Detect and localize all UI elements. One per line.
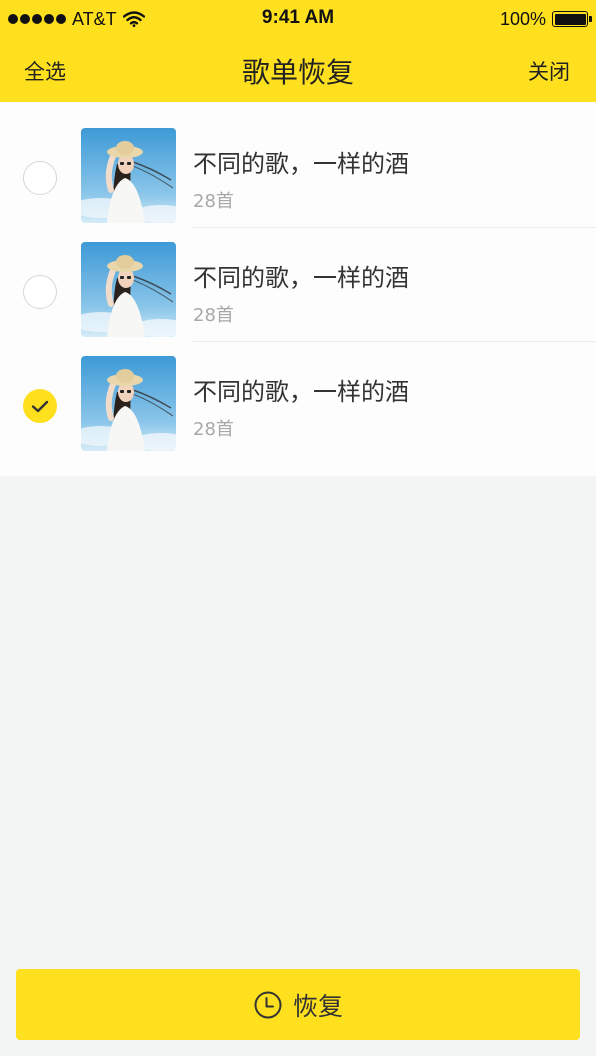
wifi-icon — [122, 11, 145, 27]
close-button[interactable]: 关闭 — [528, 56, 570, 86]
restore-label: 恢复 — [292, 991, 343, 1021]
check-icon — [31, 400, 49, 413]
select-all-button[interactable]: 全选 — [24, 56, 66, 86]
playlist-title: 不同的歌，一样的酒 — [193, 150, 409, 178]
select-radio[interactable] — [23, 389, 57, 423]
battery-icon — [552, 11, 592, 27]
playlist-cover-image — [81, 128, 176, 223]
playlist-title: 不同的歌，一样的酒 — [193, 378, 409, 406]
clock-icon — [254, 991, 282, 1018]
restore-button[interactable]: 恢复 — [16, 969, 580, 1040]
battery-percentage: 100% — [499, 8, 546, 29]
playlist-list: 不同的歌，一样的酒 28首 不同的歌，一样的酒 28首 不同的歌，一样的酒 28… — [0, 102, 596, 476]
status-bar: AT&T 9:41 AM 100% — [0, 0, 596, 38]
header: AT&T 9:41 AM 100% 全选 歌单恢复 关闭 — [0, 0, 596, 102]
playlist-title: 不同的歌，一样的酒 — [193, 264, 409, 292]
carrier-name: AT&T — [72, 8, 117, 29]
status-right: 100% — [499, 8, 592, 30]
playlist-item[interactable]: 不同的歌，一样的酒 28首 — [0, 228, 596, 342]
playlist-item[interactable]: 不同的歌，一样的酒 28首 — [0, 342, 596, 456]
status-left: AT&T — [8, 8, 145, 30]
select-radio[interactable] — [23, 161, 57, 195]
playlist-item[interactable]: 不同的歌，一样的酒 28首 — [0, 114, 596, 228]
playlist-song-count: 28首 — [193, 419, 234, 440]
playlist-restore-screen: AT&T 9:41 AM 100% 全选 歌单恢复 关闭 不同的歌，一样的酒 2… — [0, 0, 596, 1056]
playlist-cover-image — [81, 356, 176, 451]
signal-dots-icon — [8, 14, 66, 24]
playlist-song-count: 28首 — [193, 191, 234, 212]
select-radio[interactable] — [23, 275, 57, 309]
page-title: 歌单恢复 — [241, 56, 354, 89]
playlist-cover-image — [81, 242, 176, 337]
playlist-song-count: 28首 — [193, 305, 234, 326]
nav-bar: 全选 歌单恢复 关闭 — [0, 38, 596, 102]
